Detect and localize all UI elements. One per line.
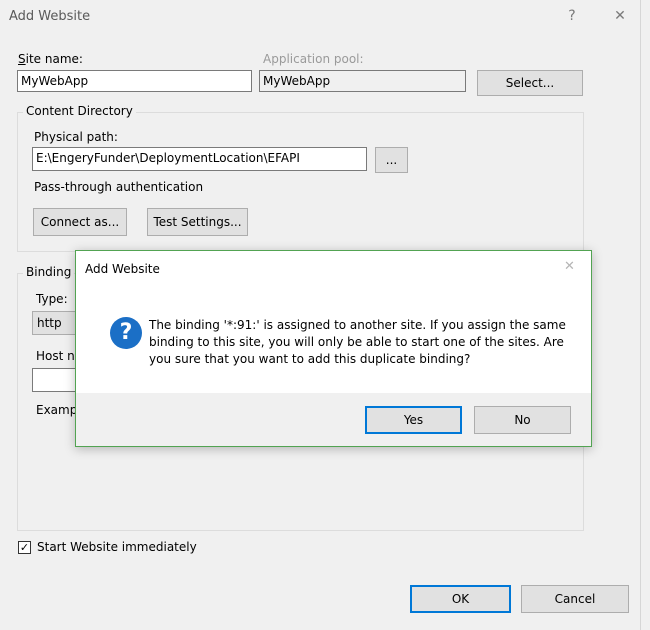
pass-through-label: Pass-through authentication <box>34 180 204 194</box>
message-text: The binding '*:91:' is assigned to anoth… <box>149 318 566 366</box>
dialog-title: Add Website <box>9 9 91 24</box>
physical-path-label: Physical path: <box>34 130 118 144</box>
ok-button[interactable]: OK <box>410 585 511 613</box>
help-button[interactable]: ? <box>557 4 587 28</box>
start-website-label: Start Website immediately <box>37 540 197 554</box>
content-directory-title: Content Directory <box>23 104 136 118</box>
site-name-label: Site name: <box>18 52 83 66</box>
type-label: Type: <box>36 292 68 306</box>
no-button[interactable]: No <box>474 406 571 434</box>
duplicate-binding-message-box: Add Website ✕ ? The binding '*:91:' is a… <box>75 250 592 447</box>
test-settings-button[interactable]: Test Settings... <box>147 208 248 236</box>
browse-button[interactable]: ... <box>375 147 408 173</box>
message-box-title: Add Website <box>85 262 160 276</box>
binding-title: Binding <box>23 265 75 279</box>
app-pool-label: Application pool: <box>263 52 364 66</box>
message-box-close-icon[interactable]: ✕ <box>564 259 575 274</box>
message-box-footer: Yes No <box>76 393 591 446</box>
close-button[interactable]: ✕ <box>605 4 635 28</box>
example-label: Examp <box>36 403 78 417</box>
app-pool-field: MyWebApp <box>259 70 466 92</box>
question-icon: ? <box>110 317 142 349</box>
cancel-button[interactable]: Cancel <box>521 585 629 613</box>
physical-path-input[interactable]: E:\EngeryFunder\DeploymentLocation\EFAPI <box>32 147 367 171</box>
site-name-input[interactable]: MyWebApp <box>17 70 252 92</box>
start-website-checkbox[interactable]: ✓ <box>18 541 31 554</box>
select-button[interactable]: Select... <box>477 70 583 96</box>
yes-button[interactable]: Yes <box>365 406 462 434</box>
connect-as-button[interactable]: Connect as... <box>33 208 127 236</box>
